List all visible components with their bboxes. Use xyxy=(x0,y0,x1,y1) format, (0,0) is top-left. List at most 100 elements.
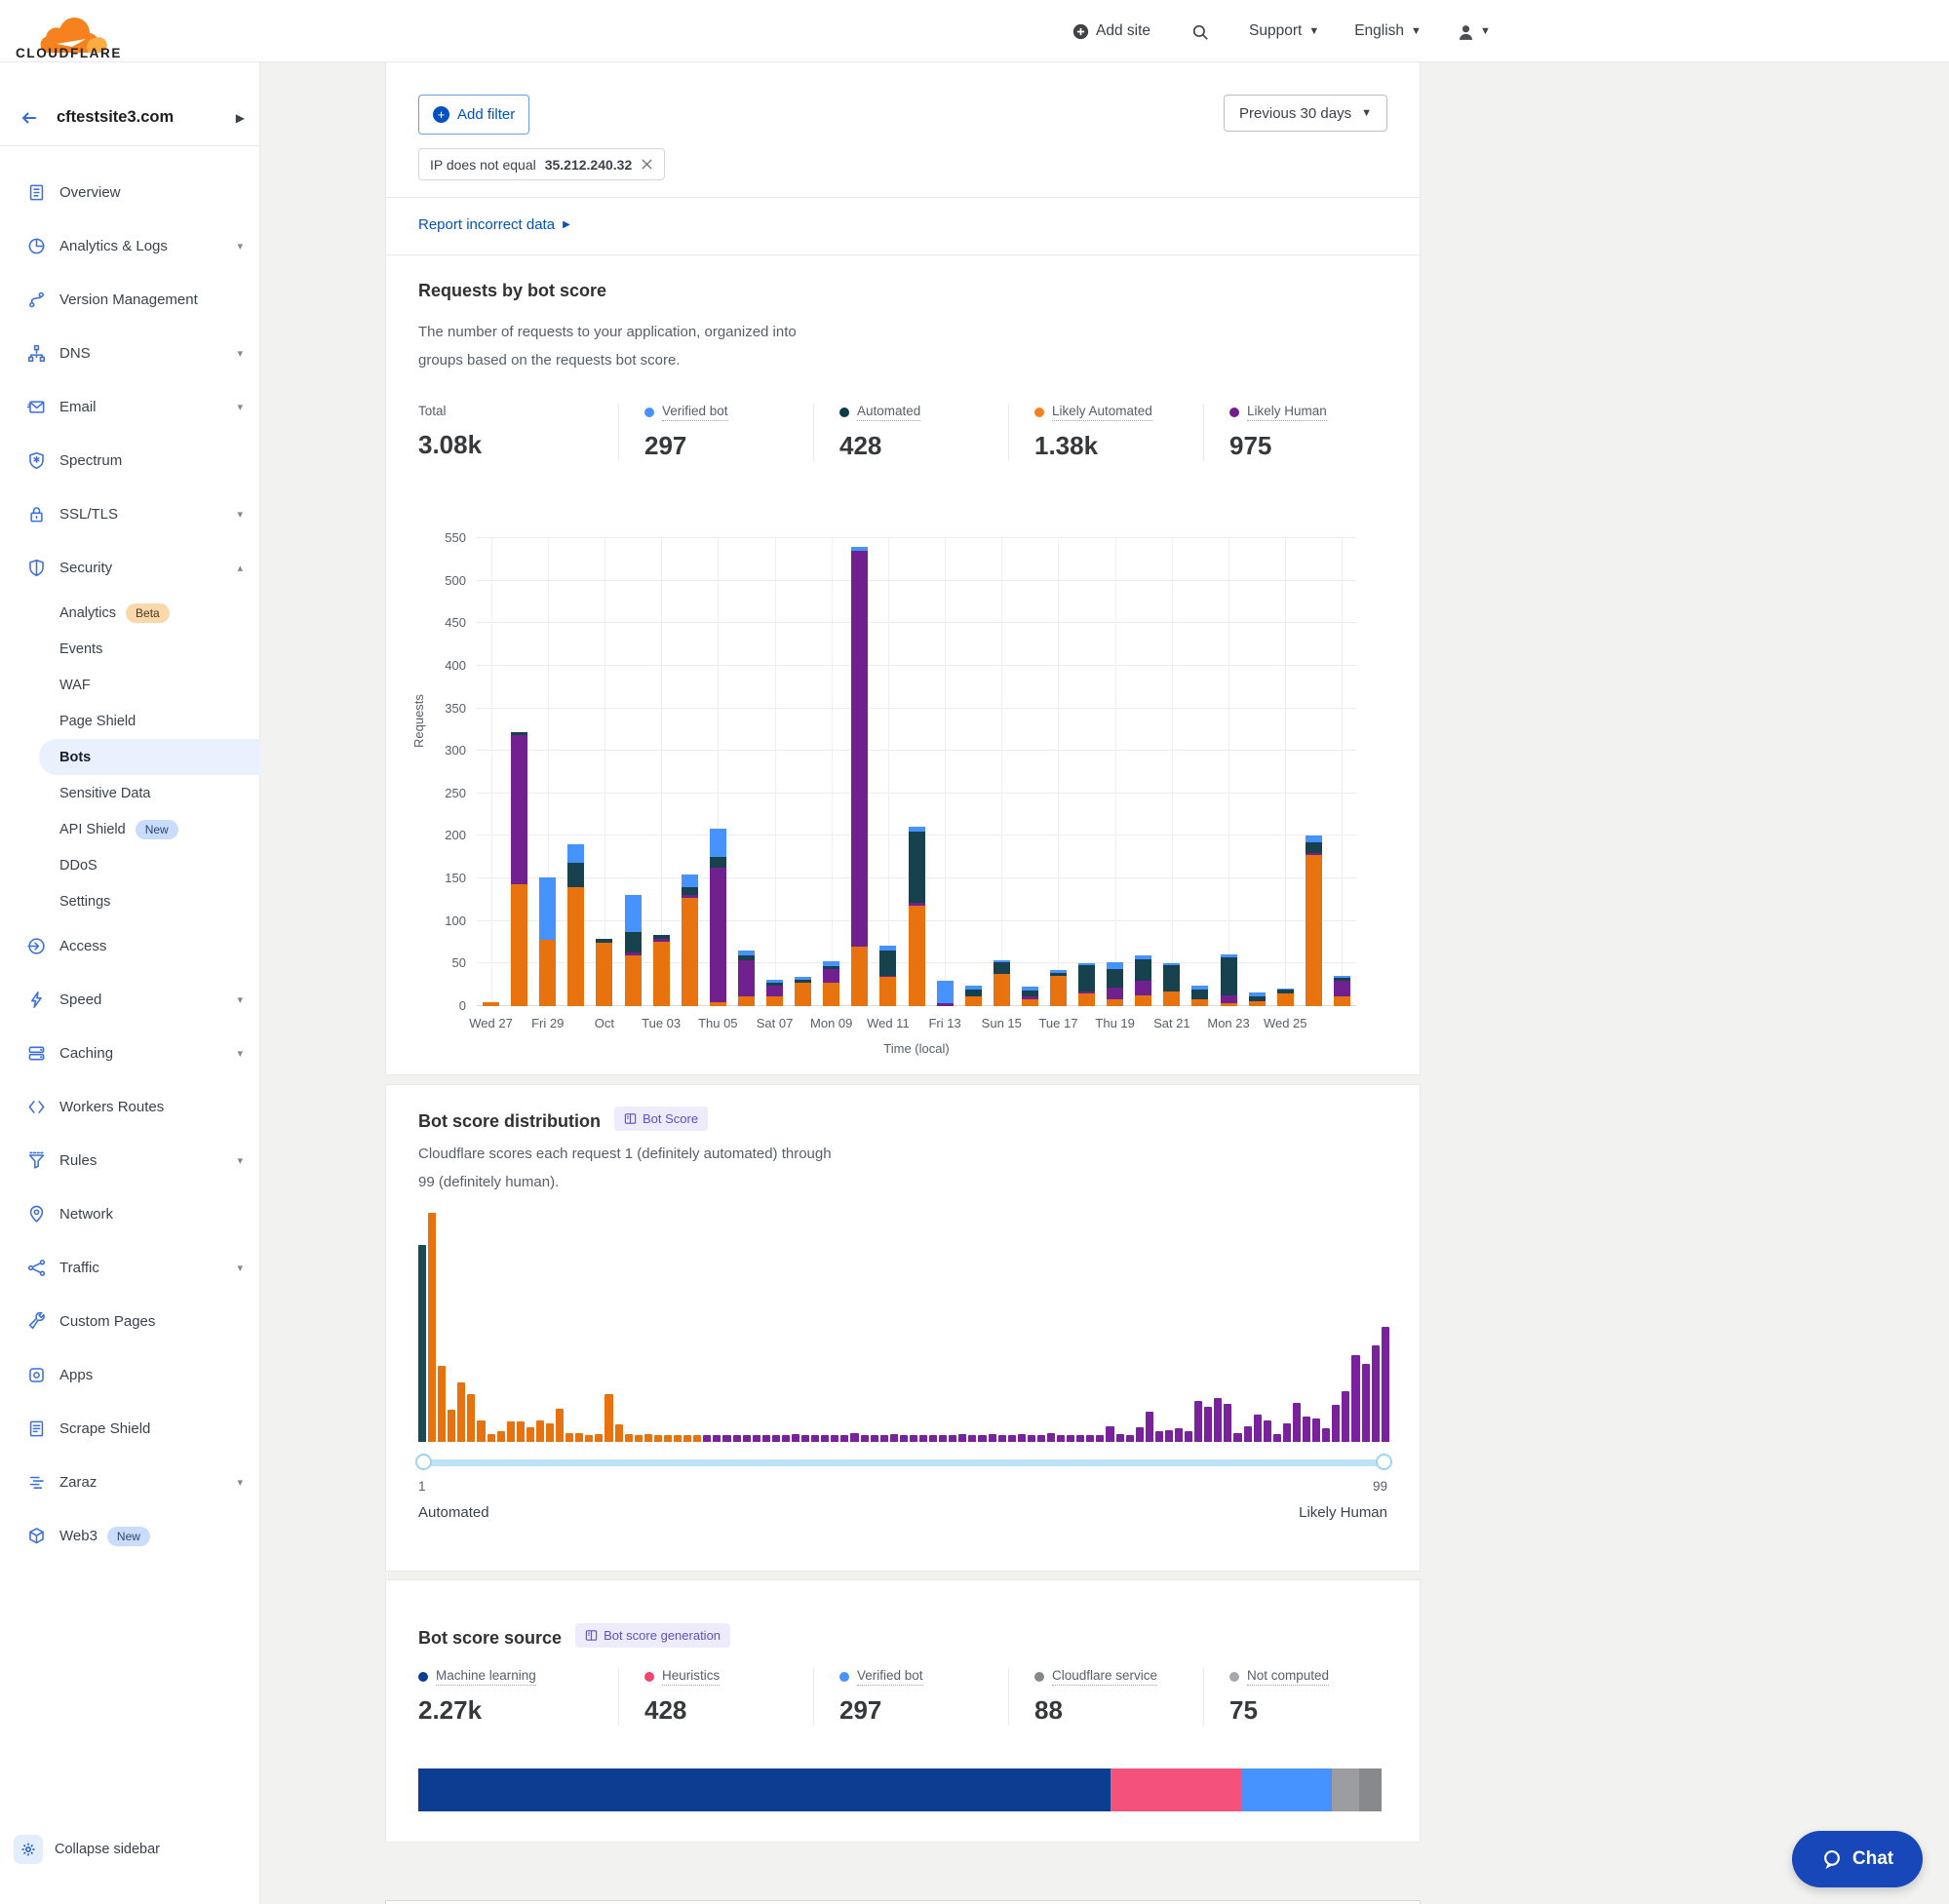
chevron-down-icon[interactable]: ▾ xyxy=(237,993,243,1006)
sidebar-item-email[interactable]: Email▾ xyxy=(0,380,260,434)
stat-machine-learning: Machine learning2.27k xyxy=(418,1668,618,1726)
bar-segment-likely-human xyxy=(1221,995,1237,1004)
sidebar-item-zaraz[interactable]: Zaraz▾ xyxy=(0,1456,260,1509)
sidebar-item-version-management[interactable]: Version Management xyxy=(0,273,260,327)
sidebar-item-analytics[interactable]: AnalyticsBeta xyxy=(0,595,260,631)
close-icon[interactable] xyxy=(641,158,653,171)
sidebar-item-settings[interactable]: Settings xyxy=(0,883,260,919)
stat-label[interactable]: Heuristics xyxy=(662,1668,720,1686)
stat-label[interactable]: Verified bot xyxy=(857,1668,923,1686)
sidebar-item-spectrum[interactable]: Spectrum xyxy=(0,434,260,487)
stat-label[interactable]: Cloudflare service xyxy=(1052,1668,1157,1686)
histogram-bar-score-66 xyxy=(1057,1435,1065,1442)
histogram-bar-score-32 xyxy=(722,1435,730,1442)
sidebar-item-ddos[interactable]: DDoS xyxy=(0,847,260,883)
sidebar-item-apps[interactable]: Apps xyxy=(0,1348,260,1402)
back-arrow-icon[interactable] xyxy=(19,108,39,128)
sidebar-item-overview[interactable]: Overview xyxy=(0,166,260,219)
gear-icon[interactable] xyxy=(14,1835,43,1864)
requests-stats-row: Total3.08kVerified bot297Automated428Lik… xyxy=(418,404,1387,461)
score-range-slider[interactable] xyxy=(418,1459,1389,1466)
stat-label[interactable]: Verified bot xyxy=(662,404,728,421)
bar-segment-likely-automated xyxy=(625,955,642,1006)
stacked-bar xyxy=(965,986,982,1006)
bot-score-badge[interactable]: Bot Score xyxy=(614,1107,708,1131)
sidebar-item-sensitive-data[interactable]: Sensitive Data xyxy=(0,775,260,811)
histogram-bar-score-92 xyxy=(1312,1418,1320,1442)
report-incorrect-data-link[interactable]: Report incorrect data ▶ xyxy=(418,216,570,233)
chevron-down-icon[interactable]: ▾ xyxy=(237,1047,243,1060)
sidebar-item-scrape-shield[interactable]: Scrape Shield xyxy=(0,1402,260,1456)
sidebar-item-dns[interactable]: DNS▾ xyxy=(0,327,260,380)
sidebar-item-custom-pages[interactable]: Custom Pages xyxy=(0,1295,260,1348)
sidebar-item-label: SSL/TLS xyxy=(59,506,237,523)
source-segment-heuristics xyxy=(1111,1768,1241,1811)
support-menu[interactable]: Support ▼ xyxy=(1249,22,1319,40)
histogram-bar-score-42 xyxy=(821,1435,829,1442)
bot-score-generation-badge[interactable]: Bot score generation xyxy=(575,1623,730,1648)
sidebar-item-page-shield[interactable]: Page Shield xyxy=(0,703,260,739)
sidebar-item-network[interactable]: Network xyxy=(0,1187,260,1241)
chevron-down-icon[interactable]: ▾ xyxy=(237,1476,243,1489)
bar-segment-likely-automated xyxy=(795,983,811,1006)
bot-score-histogram[interactable] xyxy=(418,1213,1389,1442)
sidebar-item-access[interactable]: Access xyxy=(0,919,260,973)
stat-label[interactable]: Likely Human xyxy=(1247,404,1327,421)
histogram-bar-score-82 xyxy=(1214,1398,1222,1442)
sidebar-item-label: Caching xyxy=(59,1045,237,1062)
collapse-sidebar-button[interactable]: Collapse sidebar xyxy=(14,1835,160,1864)
stat-label[interactable]: Not computed xyxy=(1247,1668,1329,1686)
chevron-right-icon[interactable]: ▶ xyxy=(236,111,245,125)
slider-handle-max[interactable] xyxy=(1376,1454,1392,1470)
sidebar-item-rules[interactable]: Rules▾ xyxy=(0,1134,260,1187)
sidebar-item-security[interactable]: Security▴ xyxy=(0,541,260,595)
add-filter-button[interactable]: + Add filter xyxy=(418,95,529,135)
time-range-dropdown[interactable]: Previous 30 days ▼ xyxy=(1224,95,1387,132)
chevron-down-icon[interactable]: ▾ xyxy=(237,508,243,521)
cloudflare-logo[interactable]: CLOUDFLARE xyxy=(14,4,131,58)
add-site-button[interactable]: Add site xyxy=(1072,22,1150,40)
stacked-bar xyxy=(511,732,527,1006)
stat-label[interactable]: Automated xyxy=(857,404,920,421)
chevron-down-icon[interactable]: ▾ xyxy=(237,1154,243,1167)
filter-chip[interactable]: IP does not equal 35.212.240.32 xyxy=(418,148,665,180)
histogram-bar-score-62 xyxy=(1018,1434,1026,1442)
sidebar-item-events[interactable]: Events xyxy=(0,631,260,667)
add-filter-label: Add filter xyxy=(457,106,515,123)
sidebar-item-workers-routes[interactable]: Workers Routes xyxy=(0,1080,260,1134)
gridline xyxy=(1285,538,1286,1006)
y-tick-label: 450 xyxy=(425,615,466,630)
chevron-right-icon: ▶ xyxy=(563,219,570,230)
chevron-down-icon[interactable]: ▾ xyxy=(237,401,243,413)
stat-label[interactable]: Machine learning xyxy=(436,1668,536,1686)
account-menu[interactable]: ▼ xyxy=(1457,23,1491,40)
stat-likely-automated: Likely Automated1.38k xyxy=(1008,404,1203,461)
domain-selector[interactable]: cftestsite3.com ▶ xyxy=(0,90,260,146)
slider-handle-min[interactable] xyxy=(415,1454,432,1470)
legend-dot-icon xyxy=(644,408,654,417)
sidebar-item-api-shield[interactable]: API ShieldNew xyxy=(0,811,260,847)
chevron-down-icon[interactable]: ▾ xyxy=(237,240,243,253)
chat-button[interactable]: Chat xyxy=(1792,1831,1923,1887)
sidebar-item-analytics-logs[interactable]: Analytics & Logs▾ xyxy=(0,219,260,273)
language-menu[interactable]: English ▼ xyxy=(1354,22,1422,40)
histogram-bar-score-93 xyxy=(1322,1428,1330,1442)
sidebar-item-web3[interactable]: Web3New xyxy=(0,1509,260,1563)
y-tick-label: 150 xyxy=(425,871,466,885)
chevron-up-icon[interactable]: ▴ xyxy=(237,562,243,574)
source-stacked-bar[interactable] xyxy=(418,1768,1382,1811)
sidebar-item-speed[interactable]: Speed▾ xyxy=(0,973,260,1027)
stacked-bar xyxy=(1163,963,1180,1006)
sidebar-item-label: Spectrum xyxy=(59,452,260,469)
sidebar-item-traffic[interactable]: Traffic▾ xyxy=(0,1241,260,1295)
sidebar-item-bots[interactable]: Bots xyxy=(39,739,260,775)
chevron-down-icon[interactable]: ▾ xyxy=(237,347,243,360)
sidebar-item-caching[interactable]: Caching▾ xyxy=(0,1027,260,1080)
stat-label[interactable]: Likely Automated xyxy=(1052,404,1152,421)
header-search-button[interactable] xyxy=(1191,23,1208,40)
chevron-down-icon[interactable]: ▾ xyxy=(237,1262,243,1274)
sidebar-item-ssl-tls[interactable]: SSL/TLS▾ xyxy=(0,487,260,541)
histogram-bar-score-85 xyxy=(1244,1426,1252,1442)
share-nodes-icon xyxy=(27,1259,46,1277)
sidebar-item-waf[interactable]: WAF xyxy=(0,667,260,703)
